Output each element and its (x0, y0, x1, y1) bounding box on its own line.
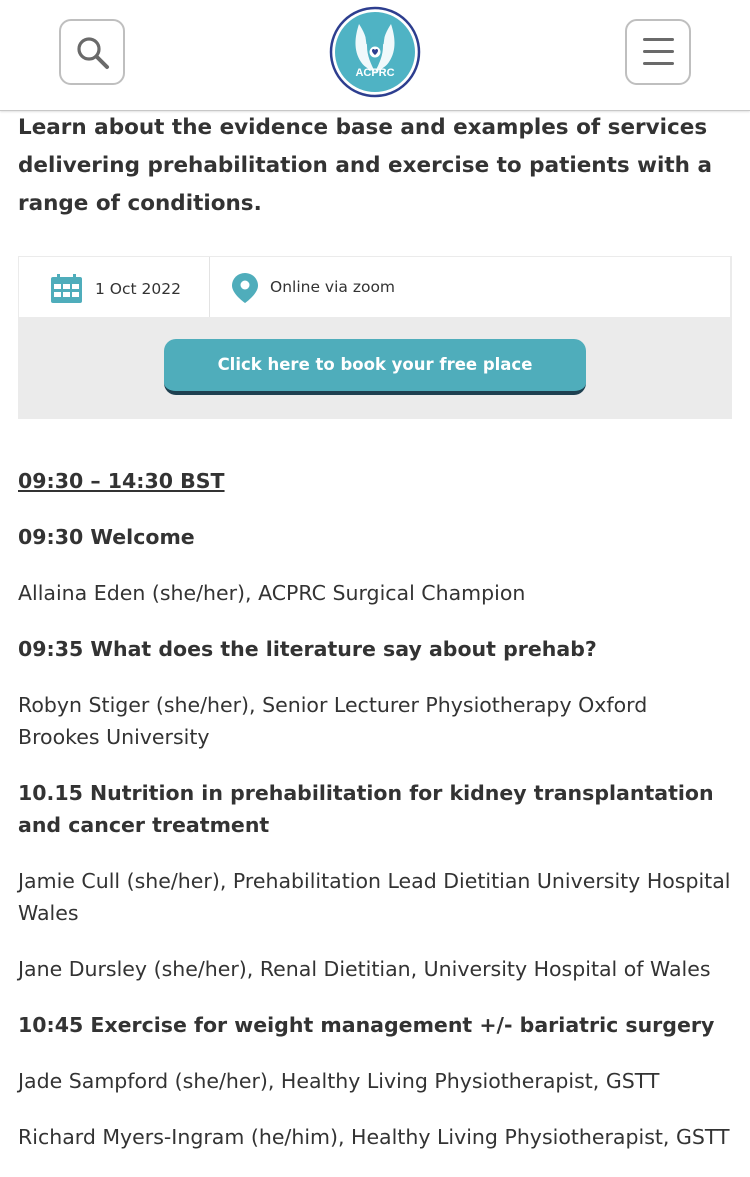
search-icon (77, 37, 109, 69)
event-info-row: 1 Oct 2022 Online via zoom (19, 257, 730, 317)
search-button[interactable] (59, 19, 125, 85)
event-info-panel: 1 Oct 2022 Online via zoom Click here to… (18, 256, 732, 419)
agenda-item-title: 09:35 What does the literature say about… (18, 637, 597, 661)
agenda-item-title: 10:45 Exercise for weight management +/-… (18, 1013, 715, 1037)
event-date: 1 Oct 2022 (95, 280, 181, 298)
logo-text: ACPRC (355, 67, 395, 79)
acprc-logo[interactable]: ACPRC (329, 6, 421, 98)
calendar-icon (51, 274, 82, 303)
agenda: 09:30 – 14:30 BST 09:30 Welcome Allaina … (18, 465, 732, 1177)
agenda-item-title: 10.15 Nutrition in prehabilitation for k… (18, 781, 714, 837)
menu-button[interactable] (625, 19, 691, 85)
event-location-cell: Online via zoom (210, 257, 730, 317)
logo-hands-icon (329, 6, 421, 98)
event-date-cell: 1 Oct 2022 (19, 257, 210, 317)
event-location: Online via zoom (270, 278, 396, 296)
site-header: ACPRC (0, 0, 750, 111)
intro-text: Learn about the evidence base and exampl… (18, 115, 712, 216)
agenda-item-title: 09:30 Welcome (18, 525, 195, 549)
agenda-speaker: Richard Myers-Ingram (he/him), Healthy L… (18, 1125, 730, 1149)
agenda-time-range: 09:30 – 14:30 BST (18, 469, 225, 493)
location-pin-icon (232, 273, 258, 303)
agenda-speaker: Jane Dursley (she/her), Renal Dietitian,… (18, 957, 711, 981)
agenda-speaker: Allaina Eden (she/her), ACPRC Surgical C… (18, 581, 526, 605)
agenda-speaker: Robyn Stiger (she/her), Senior Lecturer … (18, 693, 648, 749)
agenda-speaker: Jade Sampford (she/her), Healthy Living … (18, 1069, 660, 1093)
agenda-speaker: Jamie Cull (she/her), Prehabilitation Le… (18, 869, 731, 925)
book-place-button[interactable]: Click here to book your free place (164, 339, 586, 395)
